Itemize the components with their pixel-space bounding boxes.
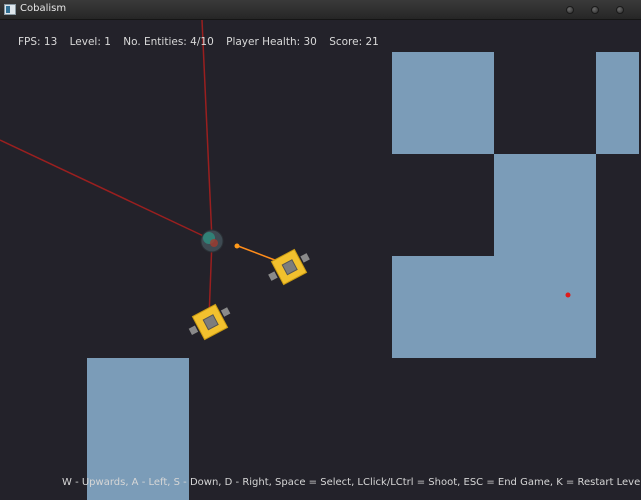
score-display: Score: 21 [329, 36, 379, 48]
level-indicator: Level: 1 [69, 36, 111, 48]
shot-trail [237, 245, 281, 263]
hud-bar: FPS: 13 Level: 1 No. Entities: 4/10 Play… [18, 36, 388, 48]
fps-counter: FPS: 13 [18, 36, 58, 48]
enemy-tank [188, 303, 231, 341]
player-health: Player Health: 30 [226, 36, 317, 48]
player [200, 229, 224, 253]
laser-beam [0, 139, 213, 241]
target-marker [565, 292, 571, 298]
laser-beam [201, 19, 213, 241]
projectile [234, 243, 240, 249]
enemy-tank [268, 248, 310, 286]
entity-counter: No. Entities: 4/10 [123, 36, 214, 48]
controls-help-text: W - Upwards, A - Left, S - Down, D - Rig… [62, 477, 641, 488]
game-scene [0, 19, 571, 341]
